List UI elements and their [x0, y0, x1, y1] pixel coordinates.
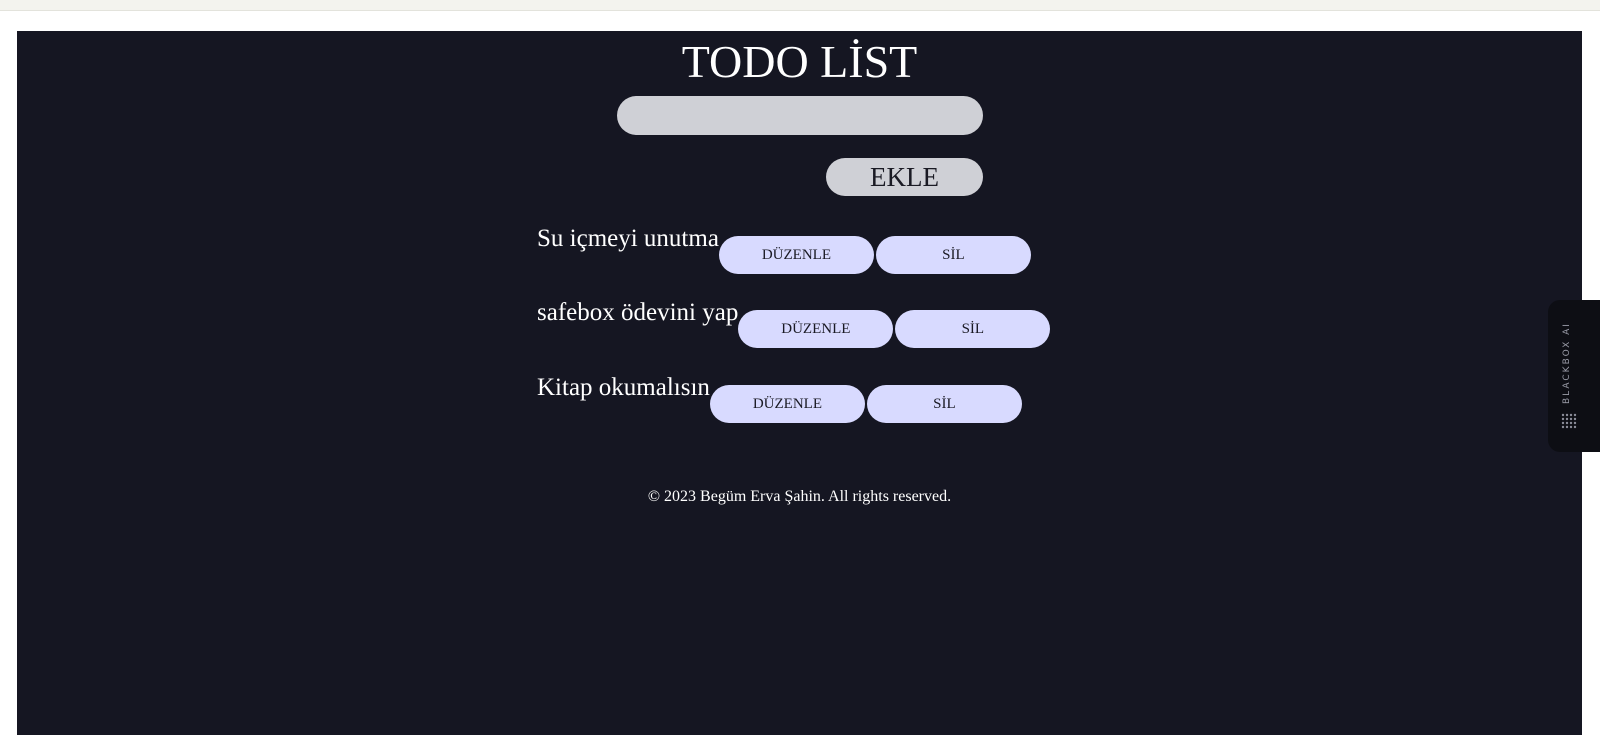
- footer-copyright: © 2023 Begüm Erva Şahin. All rights rese…: [647, 488, 952, 505]
- edit-button[interactable]: DÜZENLE: [709, 385, 865, 423]
- todo-text: Su içmeyi unutma: [537, 225, 719, 252]
- todo-item: Su içmeyi unutma DÜZENLE SİL: [537, 225, 1031, 274]
- edit-button[interactable]: DÜZENLE: [738, 310, 894, 348]
- add-button[interactable]: EKLE: [826, 158, 983, 196]
- todo-item: Kitap okumalısın DÜZENLE SİL: [537, 374, 1022, 423]
- todo-text: Kitap okumalısın: [537, 374, 710, 401]
- todo-app: TODO LİST EKLE Su içmeyi unutma DÜZENLE …: [17, 31, 1582, 735]
- dot-grid-icon: [1561, 413, 1577, 429]
- todo-text: safebox ödevini yap: [537, 299, 739, 326]
- delete-button[interactable]: SİL: [895, 310, 1051, 348]
- side-tab-label: BLACKBOX AI: [1562, 322, 1572, 404]
- task-input[interactable]: [617, 96, 983, 135]
- todo-item: safebox ödevini yap DÜZENLE SİL: [537, 299, 1051, 348]
- browser-top-strip: [0, 0, 1600, 11]
- delete-button[interactable]: SİL: [875, 236, 1031, 274]
- page-title: TODO LİST: [681, 36, 918, 87]
- blackbox-ai-side-tab[interactable]: BLACKBOX AI: [1548, 300, 1600, 452]
- edit-button[interactable]: DÜZENLE: [718, 236, 874, 274]
- delete-button[interactable]: SİL: [866, 385, 1022, 423]
